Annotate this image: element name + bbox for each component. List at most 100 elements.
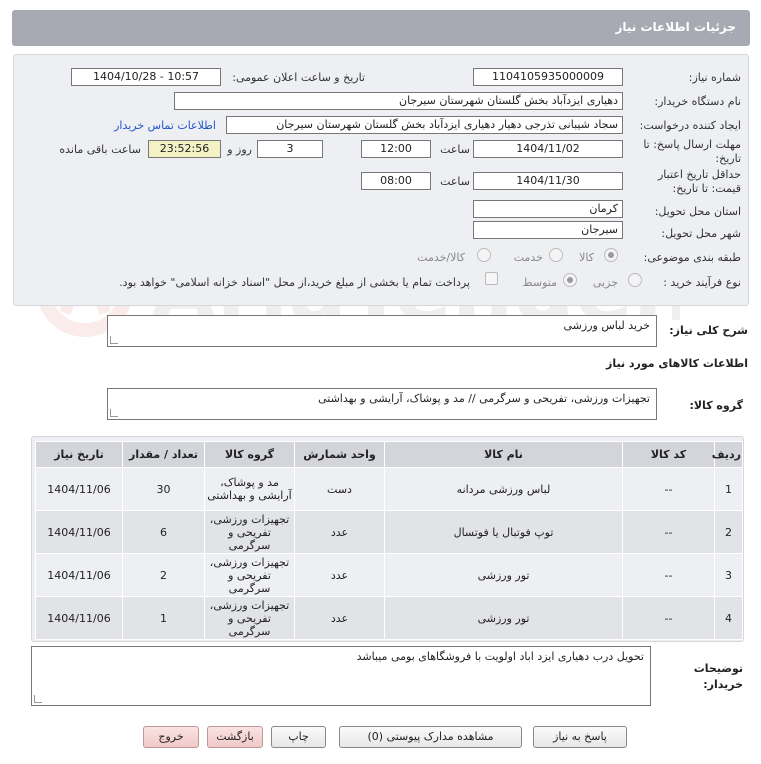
cell-quantity: 1: [122, 596, 205, 640]
col-header-item-name: نام کالا: [384, 441, 623, 468]
page-title: جزئیات اطلاعات نیاز: [615, 20, 736, 34]
cell-unit: دست: [294, 467, 385, 511]
deadline-label-line1: مهلت ارسال پاسخ: تا: [643, 138, 741, 151]
col-header-item-group: گروه کالا: [204, 441, 295, 468]
category-option-goods-service: کالا/خدمت: [417, 251, 465, 264]
view-attachments-button[interactable]: مشاهده مدارک پیوستی (0): [339, 726, 522, 748]
need-number-label: شماره نیاز:: [688, 71, 741, 84]
days-remaining-field: 3: [257, 140, 323, 158]
summary-text: خرید لباس ورزشی: [563, 319, 650, 332]
cell-row-number: 3: [714, 553, 743, 597]
cell-item-name: تور ورزشی: [384, 596, 623, 640]
cell-item-code: --: [622, 510, 715, 554]
days-label: روز و: [227, 143, 252, 156]
need-number-field: 1104105935000009: [473, 68, 623, 86]
cell-quantity: 30: [122, 467, 205, 511]
announce-label: تاریخ و ساعت اعلان عمومی:: [232, 71, 365, 84]
goods-group-text: تجهیزات ورزشی، تفریحی و سرگرمی // مد و پ…: [318, 392, 650, 405]
deadline-label-line2: تاریخ:: [715, 152, 741, 165]
category-option-goods: کالا: [579, 251, 594, 264]
cell-quantity: 2: [122, 553, 205, 597]
city-label: شهر محل تحویل:: [661, 227, 741, 240]
goods-section-title: اطلاعات کالاهای مورد نیاز: [606, 357, 748, 370]
summary-textarea[interactable]: خرید لباس ورزشی: [107, 315, 657, 347]
category-radio-service[interactable]: [549, 248, 563, 262]
buyer-org-field: دهیاری ایزدآباد بخش گلستان شهرستان سیرجا…: [174, 92, 623, 110]
cell-item-group: تجهیزات ورزشی، تفریحی و سرگرمی: [204, 510, 295, 554]
table-row: 2 -- توپ فوتبال یا فوتسال عدد تجهیزات ور…: [35, 510, 743, 554]
cell-item-name: تور ورزشی: [384, 553, 623, 597]
goods-group-textarea[interactable]: تجهیزات ورزشی، تفریحی و سرگرمی // مد و پ…: [107, 388, 657, 420]
table-row: 1 -- لباس ورزشی مردانه دست مد و پوشاک، آ…: [35, 467, 743, 511]
cell-unit: عدد: [294, 596, 385, 640]
announce-datetime-field: 1404/10/28 - 10:57: [71, 68, 221, 86]
cell-item-name: توپ فوتبال یا فوتسال: [384, 510, 623, 554]
cell-row-number: 1: [714, 467, 743, 511]
cell-row-number: 2: [714, 510, 743, 554]
resize-grip-icon: [34, 695, 42, 703]
cell-item-group: مد و پوشاک، آرایشی و بهداشتی: [204, 467, 295, 511]
validity-time-label: ساعت: [440, 175, 470, 188]
buyer-contact-link[interactable]: اطلاعات تماس خریدار: [114, 119, 216, 132]
validity-label-line1: حداقل تاریخ اعتبار: [657, 168, 741, 181]
deadline-time-label: ساعت: [440, 143, 470, 156]
cell-row-number: 4: [714, 596, 743, 640]
resize-grip-icon: [110, 409, 118, 417]
reply-button[interactable]: پاسخ به نیاز: [533, 726, 627, 748]
treasury-note: پرداخت تمام یا بخشی از مبلغ خرید،از محل …: [119, 276, 470, 289]
deadline-time-field: 12:00: [361, 140, 431, 158]
category-radio-goods-service[interactable]: [477, 248, 491, 262]
cell-item-code: --: [622, 467, 715, 511]
category-option-service: خدمت: [513, 251, 543, 264]
buyer-org-label: نام دستگاه خریدار:: [654, 95, 741, 108]
summary-label: شرح کلی نیاز:: [669, 324, 748, 337]
remaining-time-field: 23:52:56: [148, 140, 221, 158]
buyer-notes-label-line2: خریدار:: [703, 678, 743, 691]
buyer-notes-text: تحویل درب دهیاری ایزد اباد اولویت با فرو…: [356, 650, 644, 663]
validity-time-field: 08:00: [361, 172, 431, 190]
province-label: استان محل تحویل:: [654, 205, 741, 218]
remaining-time-label: ساعت باقی مانده: [59, 143, 141, 156]
cell-need-date: 1404/11/06: [35, 596, 123, 640]
cell-need-date: 1404/11/06: [35, 467, 123, 511]
buyer-notes-textarea[interactable]: تحویل درب دهیاری ایزد اباد اولویت با فرو…: [31, 646, 651, 706]
col-header-unit: واحد شمارش: [294, 441, 385, 468]
cell-need-date: 1404/11/06: [35, 510, 123, 554]
validity-label-line2: قیمت: تا تاریخ:: [672, 182, 741, 195]
cell-unit: عدد: [294, 510, 385, 554]
province-field: کرمان: [473, 200, 623, 218]
treasury-checkbox[interactable]: [485, 272, 498, 285]
col-header-quantity: تعداد / مقدار: [122, 441, 205, 468]
category-radio-goods[interactable]: [604, 248, 618, 262]
page-header: جزئیات اطلاعات نیاز: [12, 10, 750, 46]
items-table: ردیف کد کالا نام کالا واحد شمارش گروه کا…: [35, 441, 743, 640]
resize-grip-icon: [110, 336, 118, 344]
cell-unit: عدد: [294, 553, 385, 597]
creator-label: ایجاد کننده درخواست:: [639, 119, 741, 132]
cell-quantity: 6: [122, 510, 205, 554]
col-header-row-number: ردیف: [712, 441, 743, 468]
cell-item-group: تجهیزات ورزشی، تفریحی و سرگرمی: [204, 596, 295, 640]
back-button[interactable]: بازگشت: [207, 726, 263, 748]
cell-need-date: 1404/11/06: [35, 553, 123, 597]
process-radio-minor[interactable]: [628, 273, 642, 287]
process-radio-medium[interactable]: [563, 273, 577, 287]
cell-item-name: لباس ورزشی مردانه: [384, 467, 623, 511]
deadline-date-field: 1404/11/02: [473, 140, 623, 158]
city-field: سیرجان: [473, 221, 623, 239]
process-label: نوع فرآیند خرید :: [663, 276, 741, 289]
exit-button[interactable]: خروج: [143, 726, 199, 748]
items-table-panel: ردیف کد کالا نام کالا واحد شمارش گروه کا…: [31, 436, 744, 642]
print-button[interactable]: چاپ: [271, 726, 326, 748]
table-row: 4 -- تور ورزشی عدد تجهیزات ورزشی، تفریحی…: [35, 596, 743, 640]
col-header-item-code: کد کالا: [622, 441, 715, 468]
category-label: طبقه بندی موضوعی:: [643, 251, 741, 264]
col-header-need-date: تاریخ نیاز: [35, 441, 123, 468]
process-option-minor: جزیی: [592, 276, 618, 289]
goods-group-label: گروه کالا:: [689, 399, 743, 412]
validity-date-field: 1404/11/30: [473, 172, 623, 190]
process-option-medium: متوسط: [522, 276, 557, 289]
creator-field: سجاد شیبانی تذرجی دهیار دهیاری ایزدآباد …: [226, 116, 623, 134]
table-row: 3 -- تور ورزشی عدد تجهیزات ورزشی، تفریحی…: [35, 553, 743, 597]
table-header-row: ردیف کد کالا نام کالا واحد شمارش گروه کا…: [35, 441, 743, 468]
